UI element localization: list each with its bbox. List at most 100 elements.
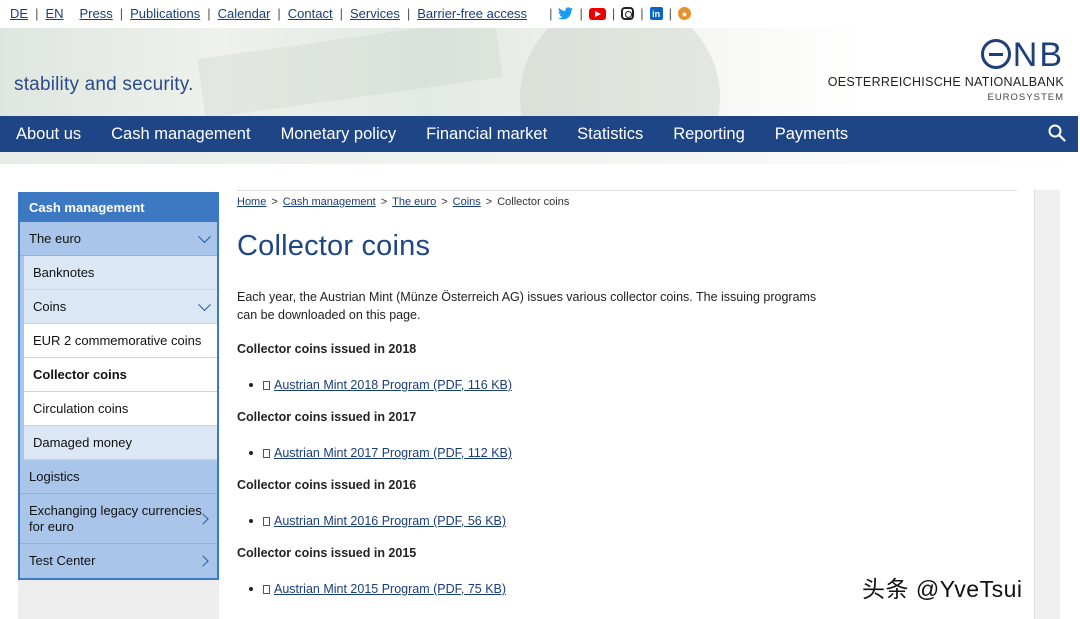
publications-link[interactable]: Publications [130, 6, 200, 21]
sidebar-item-the-euro[interactable]: The euro [20, 222, 217, 256]
section-heading-2018: Collector coins issued in 2018 [237, 342, 417, 356]
lang-de-link[interactable]: DE [10, 6, 28, 21]
sidebar-item-coins[interactable]: Coins [24, 290, 217, 324]
separator: | [640, 6, 644, 21]
separator: | [611, 6, 616, 21]
social-links: | | | | in | ● [543, 6, 692, 21]
watermark-text: 头条 @YveTsui [862, 576, 1023, 602]
section-heading-2017: Collector coins issued in 2017 [237, 410, 417, 424]
chevron-down-icon[interactable] [198, 297, 211, 311]
sidebar-item-label: Damaged money [33, 435, 132, 450]
nav-monetary-policy[interactable]: Monetary policy [266, 116, 412, 152]
download-link-2017[interactable]: Austrian Mint 2017 Program (PDF, 112 KB) [274, 446, 512, 460]
page-title: Collector coins [237, 230, 431, 262]
list-bullet [249, 383, 253, 387]
nav-payments[interactable]: Payments [760, 116, 863, 152]
sidebar-item-eur2-commemorative[interactable]: EUR 2 commemorative coins [24, 324, 217, 358]
document-icon [263, 380, 270, 390]
intro-text: Each year, the Austrian Mint (Münze Öste… [237, 290, 817, 322]
separator: | [119, 6, 124, 21]
nav-reporting[interactable]: Reporting [658, 116, 760, 152]
breadcrumb-separator: > [441, 196, 448, 208]
sidebar-item-label: Banknotes [33, 265, 95, 280]
sidebar-item-damaged-money[interactable]: Damaged money [24, 426, 217, 460]
breadcrumb-separator: > [380, 196, 388, 208]
header-banner: stability and security. NB OESTERREICHIS… [0, 28, 1080, 116]
download-link-2015[interactable]: Austrian Mint 2015 Program (PDF, 75 KB) [274, 582, 506, 596]
logo-o-icon [980, 39, 1011, 69]
sidebar-item-logistics[interactable]: Logistics [20, 460, 217, 494]
instagram-icon[interactable] [621, 7, 635, 20]
sidebar-item-label: Exchanging legacy currencies for euro [29, 503, 202, 534]
sidebar-footer-area [18, 580, 219, 619]
linkedin-icon[interactable]: in [649, 7, 663, 20]
nav-financial-market[interactable]: Financial market [411, 116, 562, 152]
search-icon[interactable] [1048, 124, 1066, 142]
main-nav: About us Cash management Monetary policy… [0, 116, 1078, 152]
sidebar-item-label: Test Center [29, 553, 96, 568]
document-icon [263, 516, 270, 526]
sidebar-item-test-center[interactable]: Test Center [20, 544, 217, 578]
separator: | [579, 6, 583, 21]
sidebar-item-label: Coins [33, 299, 67, 314]
breadcrumb-current: Collector coins [497, 196, 570, 208]
separator: | [207, 6, 211, 21]
barrier-free-link[interactable]: Barrier-free access [417, 6, 527, 21]
breadcrumb-coins[interactable]: Coins [453, 196, 481, 208]
press-link[interactable]: Press [80, 6, 113, 21]
nav-about-us[interactable]: About us [0, 116, 96, 152]
list-bullet [249, 451, 253, 455]
onb-logo[interactable]: NB OESTERREICHISCHE NATIONALBANK EUROSYS… [828, 36, 1064, 103]
chevron-right-icon[interactable] [197, 555, 209, 567]
calendar-link[interactable]: Calendar [218, 6, 271, 21]
breadcrumb-separator: > [485, 196, 493, 208]
sidebar-item-collector-coins[interactable]: Collector coins [24, 358, 217, 392]
services-link[interactable]: Services [350, 6, 400, 21]
download-link-2018[interactable]: Austrian Mint 2018 Program (PDF, 116 KB) [274, 378, 512, 392]
section-heading-2016: Collector coins issued in 2016 [237, 478, 417, 492]
youtube-icon[interactable] [588, 7, 606, 20]
contact-link[interactable]: Contact [288, 6, 333, 21]
nav-shadow-strip [0, 152, 1080, 164]
breadcrumb-the-euro[interactable]: The euro [392, 196, 436, 208]
document-icon [263, 584, 270, 594]
main-content: Home > Cash management > The euro > Coins > Coll… [237, 190, 1017, 596]
breadcrumb-separator: > [271, 196, 278, 208]
sidebar-item-label: Logistics [29, 469, 80, 484]
breadcrumb-cash-management[interactable]: Cash management [283, 196, 376, 208]
top-utility-bar: DE | EN Press | Publications | Calendar … [0, 0, 1080, 28]
breadcrumb: Home > Cash management > The euro > Coins > Coll… [237, 190, 1017, 210]
nav-statistics[interactable]: Statistics [562, 116, 658, 152]
weibo-icon[interactable]: ● [678, 7, 692, 20]
nav-cash-management[interactable]: Cash management [96, 116, 265, 152]
download-item-2016: Austrian Mint 2016 Program (PDF, 56 KB) [237, 514, 1017, 528]
sidebar-item-label: The euro [29, 231, 82, 246]
chevron-down-icon[interactable] [198, 229, 211, 243]
sidebar-heading[interactable]: Cash management [20, 194, 217, 222]
twitter-icon[interactable] [558, 7, 574, 21]
sidebar-item-banknotes[interactable]: Banknotes [24, 256, 217, 290]
sidebar-nav: Cash management The euro Banknotes Coins… [18, 192, 219, 580]
breadcrumb-home[interactable]: Home [237, 196, 266, 208]
download-item-2017: Austrian Mint 2017 Program (PDF, 112 KB) [237, 446, 1017, 460]
sidebar-item-exchanging-legacy[interactable]: Exchanging legacy currencies for euro [20, 494, 217, 544]
separator: | [549, 6, 553, 21]
separator: | [277, 6, 281, 21]
list-bullet [249, 587, 253, 591]
lang-en-link[interactable]: EN [45, 6, 63, 21]
right-gutter [1034, 190, 1060, 619]
sidebar-item-label: Circulation coins [33, 401, 129, 416]
document-icon [263, 448, 270, 458]
sidebar-item-label: Collector coins [33, 367, 127, 382]
logo-mark: NB [828, 36, 1064, 73]
separator: | [35, 6, 39, 21]
separator: | [668, 6, 673, 21]
logo-name: OESTERREICHISCHE NATIONALBANK [827, 75, 1064, 89]
separator: | [406, 6, 411, 21]
download-link-2016[interactable]: Austrian Mint 2016 Program (PDF, 56 KB) [274, 514, 506, 528]
tagline: stability and security. [14, 74, 194, 95]
sidebar-item-circulation-coins[interactable]: Circulation coins [24, 392, 217, 426]
logo-subtitle: EUROSYSTEM [987, 92, 1064, 103]
logo-mark-text: NB [1012, 36, 1064, 74]
banner-background-shape [197, 28, 503, 116]
